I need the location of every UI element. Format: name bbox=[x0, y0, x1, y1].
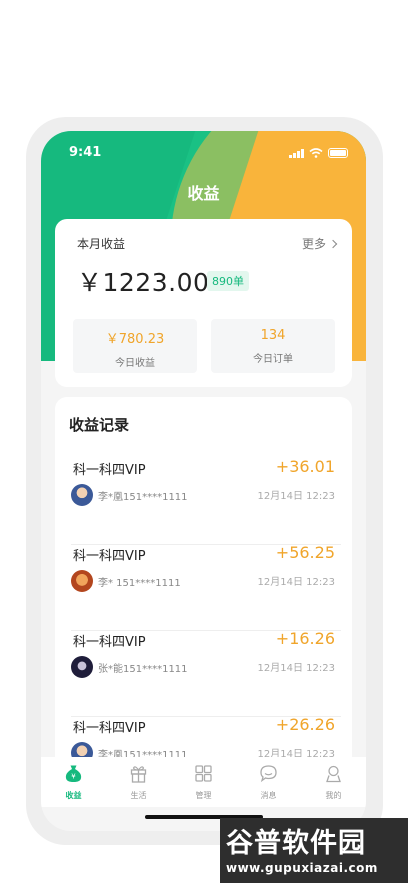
record-time: 12月14日 12:23 bbox=[257, 491, 335, 502]
record-product-name: 科一科四VIP bbox=[73, 463, 146, 478]
app-screen: 9:41 收益 本月收益 更多 ￥1223.00 890单 ￥780.23 今日… bbox=[41, 131, 366, 831]
status-icons bbox=[289, 148, 348, 158]
tab-messages[interactable]: 消息 bbox=[236, 757, 301, 807]
record-user: 李* 151****1111 bbox=[98, 578, 181, 589]
avatar bbox=[71, 656, 93, 678]
chevron-right-icon bbox=[328, 239, 338, 248]
record-item[interactable]: 科一科四VIP +56.25 李* 151****1111 12月14日 12:… bbox=[71, 543, 341, 631]
avatar bbox=[71, 484, 93, 506]
today-orders-value: 134 bbox=[260, 328, 286, 343]
user-icon bbox=[326, 765, 341, 783]
tab-life-label: 生活 bbox=[130, 791, 147, 800]
today-orders-label: 今日订单 bbox=[253, 354, 293, 365]
income-bag-icon: ¥ bbox=[65, 765, 82, 782]
record-amount: +36.01 bbox=[275, 457, 335, 476]
page-title: 收益 bbox=[187, 184, 220, 203]
record-user: 李*凰151****1111 bbox=[98, 492, 188, 503]
tab-profile-label: 我的 bbox=[325, 791, 342, 800]
record-product-name: 科一科四VIP bbox=[73, 549, 146, 564]
today-orders-stat[interactable]: 134 今日订单 bbox=[211, 319, 335, 373]
cellular-signal-icon bbox=[289, 148, 304, 158]
today-income-value: ￥780.23 bbox=[105, 332, 165, 347]
record-time: 12月14日 12:23 bbox=[257, 663, 335, 674]
status-bar: 9:41 bbox=[41, 145, 366, 163]
record-product-name: 科一科四VIP bbox=[73, 721, 146, 736]
record-amount: +56.25 bbox=[275, 543, 335, 562]
today-income-label: 今日收益 bbox=[115, 358, 155, 369]
grid-icon bbox=[195, 765, 212, 782]
order-count-badge: 890单 bbox=[207, 271, 249, 291]
chat-bubble-icon bbox=[260, 765, 277, 783]
tab-profile[interactable]: 我的 bbox=[301, 757, 366, 807]
watermark-title: 谷普软件园 bbox=[226, 828, 366, 859]
record-amount: +16.26 bbox=[275, 629, 335, 648]
income-records-card: 收益记录 科一科四VIP +36.01 李*凰151****1111 12月14… bbox=[55, 397, 352, 797]
monthly-income-card: 本月收益 更多 ￥1223.00 890单 ￥780.23 今日收益 134 今… bbox=[55, 219, 352, 387]
tab-manage[interactable]: 管理 bbox=[171, 757, 236, 807]
record-amount: +26.26 bbox=[275, 715, 335, 734]
tab-income-label: 收益 bbox=[65, 791, 82, 800]
tab-income[interactable]: ¥ 收益 bbox=[41, 757, 106, 807]
gift-icon bbox=[130, 766, 147, 783]
tab-life[interactable]: 生活 bbox=[106, 757, 171, 807]
more-link-label: 更多 bbox=[301, 237, 326, 251]
tab-messages-label: 消息 bbox=[260, 791, 277, 800]
record-item[interactable]: 科一科四VIP +16.26 张*能151****1111 12月14日 12:… bbox=[71, 629, 341, 717]
bottom-tab-bar: ¥ 收益 生活 管理 消息 我的 bbox=[41, 757, 366, 807]
record-time: 12月14日 12:23 bbox=[257, 577, 335, 588]
svg-text:¥: ¥ bbox=[71, 773, 76, 781]
battery-icon bbox=[328, 148, 348, 158]
status-time: 9:41 bbox=[69, 145, 102, 160]
watermark: 谷普软件园 www.gupuxiazai.com bbox=[220, 818, 408, 883]
record-item[interactable]: 科一科四VIP +36.01 李*凰151****1111 12月14日 12:… bbox=[71, 457, 341, 545]
avatar bbox=[71, 570, 93, 592]
watermark-url: www.gupuxiazai.com bbox=[226, 861, 378, 875]
wifi-icon bbox=[309, 148, 323, 158]
record-product-name: 科一科四VIP bbox=[73, 635, 146, 650]
income-records-title: 收益记录 bbox=[69, 416, 130, 434]
today-income-stat[interactable]: ￥780.23 今日收益 bbox=[73, 319, 197, 373]
more-link[interactable]: 更多 bbox=[301, 235, 338, 252]
monthly-income-amount: ￥1223.00 bbox=[77, 268, 210, 297]
record-user: 张*能151****1111 bbox=[98, 664, 188, 675]
monthly-income-title: 本月收益 bbox=[77, 237, 126, 251]
tab-manage-label: 管理 bbox=[195, 791, 212, 800]
